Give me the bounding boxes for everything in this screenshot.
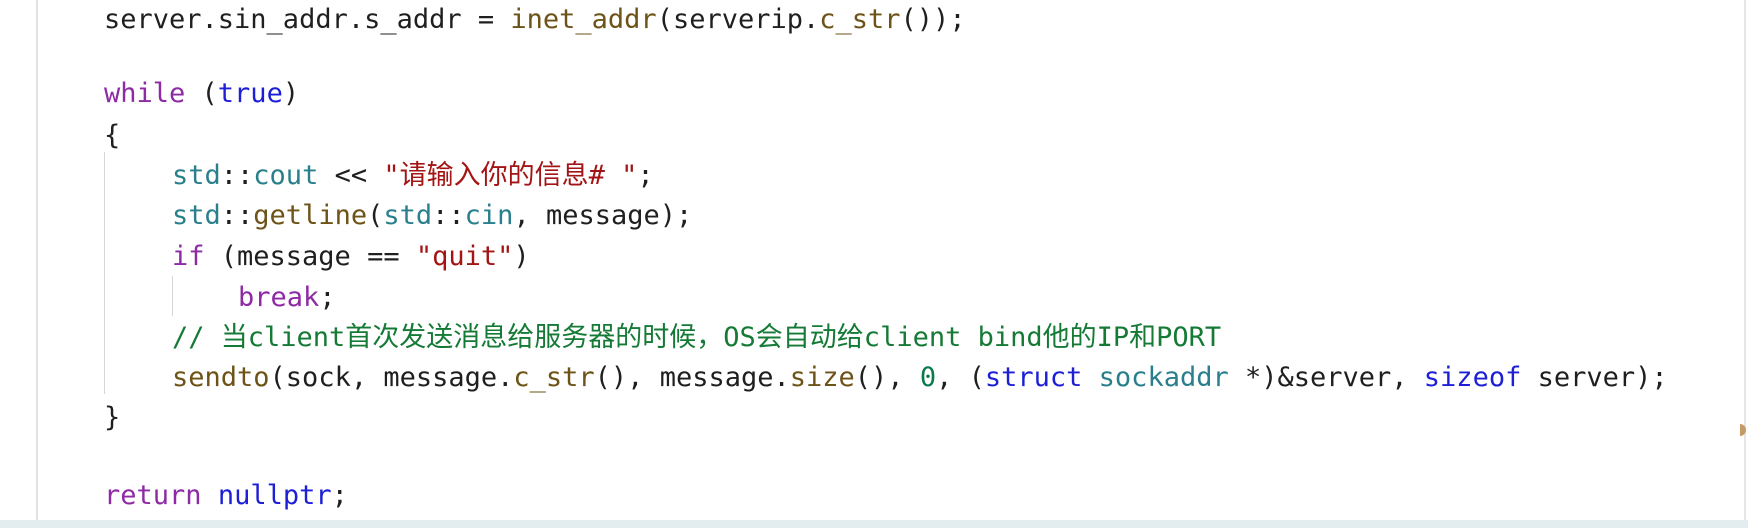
code-token: struct: [984, 362, 1083, 393]
code-line[interactable]: std::cout << "请输入你的信息# ";: [172, 156, 654, 196]
code-token: (: [367, 200, 384, 231]
code-token: sendto: [172, 362, 270, 393]
code-token: cout: [253, 160, 319, 191]
editor-right-border: [1744, 0, 1746, 528]
code-line[interactable]: std::getline(std::cin, message);: [172, 196, 692, 236]
code-token: ::: [220, 160, 254, 191]
code-token: server);: [1521, 362, 1668, 393]
code-line[interactable]: sendto(sock, message.c_str(), message.si…: [172, 358, 1668, 398]
code-token: cin: [464, 200, 514, 231]
code-token: }: [104, 402, 121, 433]
code-token: inet_addr: [510, 4, 657, 35]
code-token: (serverip.: [656, 4, 820, 35]
code-token: c_str: [513, 362, 595, 393]
code-line[interactable]: // 当client首次发送消息给服务器的时候，OS会自动给client bin…: [172, 318, 1221, 358]
code-token: (),: [854, 362, 920, 393]
code-line[interactable]: return nullptr;: [104, 476, 348, 516]
code-token: ): [282, 78, 300, 109]
code-token: std: [172, 200, 221, 231]
code-token: ::: [220, 200, 254, 231]
code-line[interactable]: }: [104, 398, 120, 438]
code-token: getline: [253, 200, 368, 231]
code-token: (message ==: [204, 241, 416, 272]
code-token: while: [104, 78, 186, 109]
code-token: ;: [331, 480, 348, 511]
code-token: break: [238, 282, 320, 313]
code-token: return: [104, 480, 202, 511]
code-line[interactable]: server.sin_addr.s_addr = inet_addr(serve…: [104, 0, 966, 40]
code-token: (: [185, 78, 218, 109]
code-token: <<: [318, 160, 384, 191]
code-token: // 当client首次发送消息给服务器的时候，OS会自动给client bin…: [172, 322, 1222, 353]
code-token: , (: [936, 362, 985, 393]
code-token: ;: [637, 160, 654, 191]
code-token: "quit": [415, 241, 514, 272]
code-line[interactable]: if (message == "quit"): [172, 237, 530, 277]
code-token: 0: [919, 362, 937, 393]
code-token: sizeof: [1423, 362, 1522, 393]
code-token: {: [104, 120, 121, 151]
bottom-status-strip: [0, 520, 1748, 528]
indent-guide-if: [172, 276, 173, 316]
code-token: size: [789, 362, 855, 393]
code-token: *)&server,: [1228, 362, 1424, 393]
code-token: ());: [900, 4, 966, 35]
code-token: nullptr: [217, 480, 332, 511]
code-token: , message);: [513, 200, 693, 231]
code-token: sockaddr: [1098, 362, 1229, 393]
code-token: ): [513, 241, 530, 272]
code-token: (), message.: [594, 362, 790, 393]
code-token: (sock, message.: [269, 362, 514, 393]
code-token: std: [383, 200, 433, 231]
code-token: ;: [319, 282, 336, 313]
code-token: if: [172, 241, 205, 272]
code-line[interactable]: {: [104, 116, 120, 156]
code-line[interactable]: while (true): [104, 74, 299, 114]
code-token: "请输入你的信息# ": [383, 160, 638, 191]
code-line[interactable]: break;: [238, 278, 336, 318]
code-editor[interactable]: server.sin_addr.s_addr = inet_addr(serve…: [0, 0, 1748, 528]
code-token: server.sin_addr.s_addr =: [104, 4, 511, 35]
code-token: std: [172, 160, 221, 191]
code-token: ::: [432, 200, 465, 231]
indent-guide-while: [104, 152, 105, 394]
editor-left-border: [36, 0, 38, 528]
code-token: true: [217, 78, 283, 109]
code-token: c_str: [819, 4, 901, 35]
